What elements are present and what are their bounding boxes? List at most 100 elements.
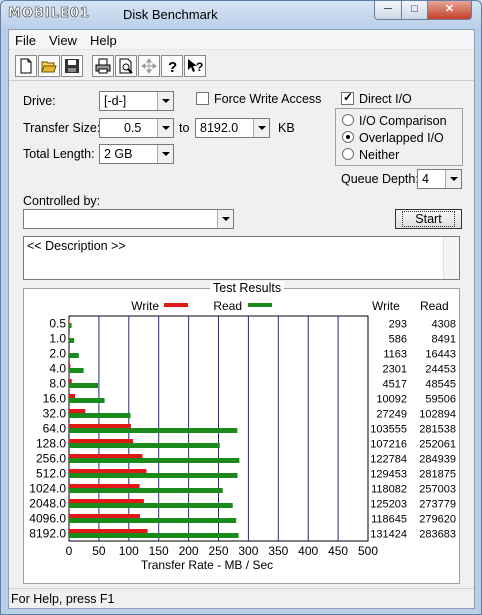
status-bar: For Help, press F1 — [9, 588, 474, 608]
write-value: 125203 — [370, 499, 407, 511]
x-tick-label: 200 — [179, 544, 199, 558]
description-box[interactable]: << Description >> — [23, 236, 460, 280]
close-button[interactable]: ✕ — [427, 1, 472, 20]
new-button[interactable] — [15, 55, 37, 77]
write-value: 4517 — [383, 379, 407, 391]
read-value: 284939 — [419, 454, 456, 466]
read-value: 8491 — [432, 334, 456, 346]
new-icon — [20, 58, 32, 74]
x-tick-label: 0 — [66, 544, 73, 558]
start-button[interactable]: Start — [395, 209, 462, 229]
description-scrollbar[interactable] — [443, 237, 459, 279]
read-bar — [69, 458, 240, 463]
test-results-panel: Test Results Write Read Write Read 0 50 10… — [23, 281, 460, 584]
chevron-down-icon[interactable] — [253, 119, 269, 137]
y-category-label: 0.5 — [49, 317, 66, 331]
y-category-label: 128.0 — [36, 437, 66, 451]
io-comparison-label[interactable]: I/O Comparison — [359, 114, 447, 128]
total-length-value: 2 GB — [104, 147, 133, 161]
y-category-label: 8192.0 — [29, 527, 66, 541]
x-tick-label: 350 — [268, 544, 288, 558]
drive-value: [-d-] — [104, 94, 127, 108]
force-write-access-label[interactable]: Force Write Access — [214, 92, 321, 106]
read-value: 24453 — [425, 364, 456, 376]
menu-help[interactable]: Help — [90, 33, 117, 48]
chevron-down-icon[interactable] — [157, 92, 173, 110]
legend-read-label: Read — [213, 299, 242, 313]
x-tick-label: 50 — [92, 544, 106, 558]
queue-depth-label: Queue Depth: — [341, 172, 419, 186]
chevron-down-icon[interactable] — [157, 145, 173, 163]
watermark-logo: MOBILE01 — [8, 6, 90, 22]
force-write-access-checkbox[interactable] — [196, 92, 209, 105]
y-category-label: 32.0 — [43, 407, 67, 421]
context-help-icon: ? — [188, 59, 203, 74]
read-bar — [69, 533, 239, 538]
write-value: 293 — [389, 319, 407, 331]
y-category-label: 4.0 — [49, 362, 66, 376]
read-bar — [69, 338, 75, 343]
print-button[interactable] — [92, 55, 114, 77]
minimize-button[interactable]: ─ — [374, 1, 402, 20]
kb-label: KB — [278, 121, 295, 135]
help-button[interactable]: ? — [161, 55, 183, 77]
write-value: 27249 — [376, 409, 407, 421]
neither-radio[interactable] — [342, 148, 354, 160]
read-value: 273779 — [419, 499, 456, 511]
save-button[interactable] — [61, 55, 83, 77]
client-area: File View Help ? ? Drive: [-d-] Transfer… — [8, 29, 475, 609]
read-bar — [69, 503, 233, 508]
context-help-button[interactable]: ? — [184, 55, 206, 77]
read-bar — [69, 428, 238, 433]
read-bar — [69, 518, 237, 523]
start-button-label: Start — [402, 211, 455, 227]
y-category-label: 2048.0 — [29, 497, 66, 511]
read-bar — [69, 488, 223, 493]
transfer-size-from-select[interactable]: 0.5 — [99, 118, 174, 138]
total-length-select[interactable]: 2 GB — [99, 144, 174, 164]
col-read-header: Read — [420, 299, 449, 313]
print-preview-button[interactable] — [115, 55, 137, 77]
svg-text:?: ? — [168, 59, 177, 74]
overlapped-io-radio[interactable] — [342, 131, 354, 143]
x-axis-label: Transfer Rate - MB / Sec — [141, 558, 273, 572]
overlapped-io-label[interactable]: Overlapped I/O — [359, 131, 444, 145]
transfer-size-to-select[interactable]: 8192.0 — [195, 118, 270, 138]
read-bar — [69, 368, 84, 373]
io-comparison-radio[interactable] — [342, 114, 354, 126]
y-category-label: 1.0 — [49, 332, 66, 346]
direct-io-label[interactable]: Direct I/O — [359, 92, 412, 106]
read-value: 283683 — [419, 529, 456, 541]
y-category-label: 512.0 — [36, 467, 66, 481]
drive-label: Drive: — [23, 94, 56, 108]
read-bar — [69, 443, 220, 448]
read-value: 16443 — [425, 349, 456, 361]
controlled-by-select[interactable] — [23, 209, 234, 229]
x-tick-label: 400 — [298, 544, 318, 558]
status-text: For Help, press F1 — [11, 592, 115, 606]
menu-file[interactable]: File — [15, 33, 36, 48]
neither-label[interactable]: Neither — [359, 148, 399, 162]
chevron-down-icon[interactable] — [157, 119, 173, 137]
write-value: 118082 — [371, 484, 407, 496]
direct-io-checkbox[interactable] — [341, 90, 354, 105]
queue-depth-select[interactable]: 4 — [417, 169, 462, 189]
write-value: 10092 — [376, 394, 407, 406]
read-value: 257003 — [419, 484, 456, 496]
x-tick-label: 250 — [208, 544, 228, 558]
maximize-button[interactable]: □ — [401, 1, 428, 20]
write-value: 586 — [389, 334, 407, 346]
save-icon — [65, 59, 79, 73]
drive-select[interactable]: [-d-] — [99, 91, 174, 111]
read-bar — [69, 398, 105, 403]
move-button[interactable] — [138, 55, 160, 77]
open-button[interactable] — [38, 55, 60, 77]
y-category-label: 64.0 — [43, 422, 67, 436]
x-tick-label: 150 — [149, 544, 169, 558]
transfer-size-from-value: 0.5 — [124, 121, 142, 135]
write-value: 129453 — [370, 469, 407, 481]
menu-view[interactable]: View — [49, 33, 77, 48]
title-bar[interactable]: MOBILE01 Disk Benchmark ─ □ ✕ — [1, 1, 481, 29]
chevron-down-icon[interactable] — [445, 170, 461, 188]
chevron-down-icon[interactable] — [217, 210, 233, 228]
